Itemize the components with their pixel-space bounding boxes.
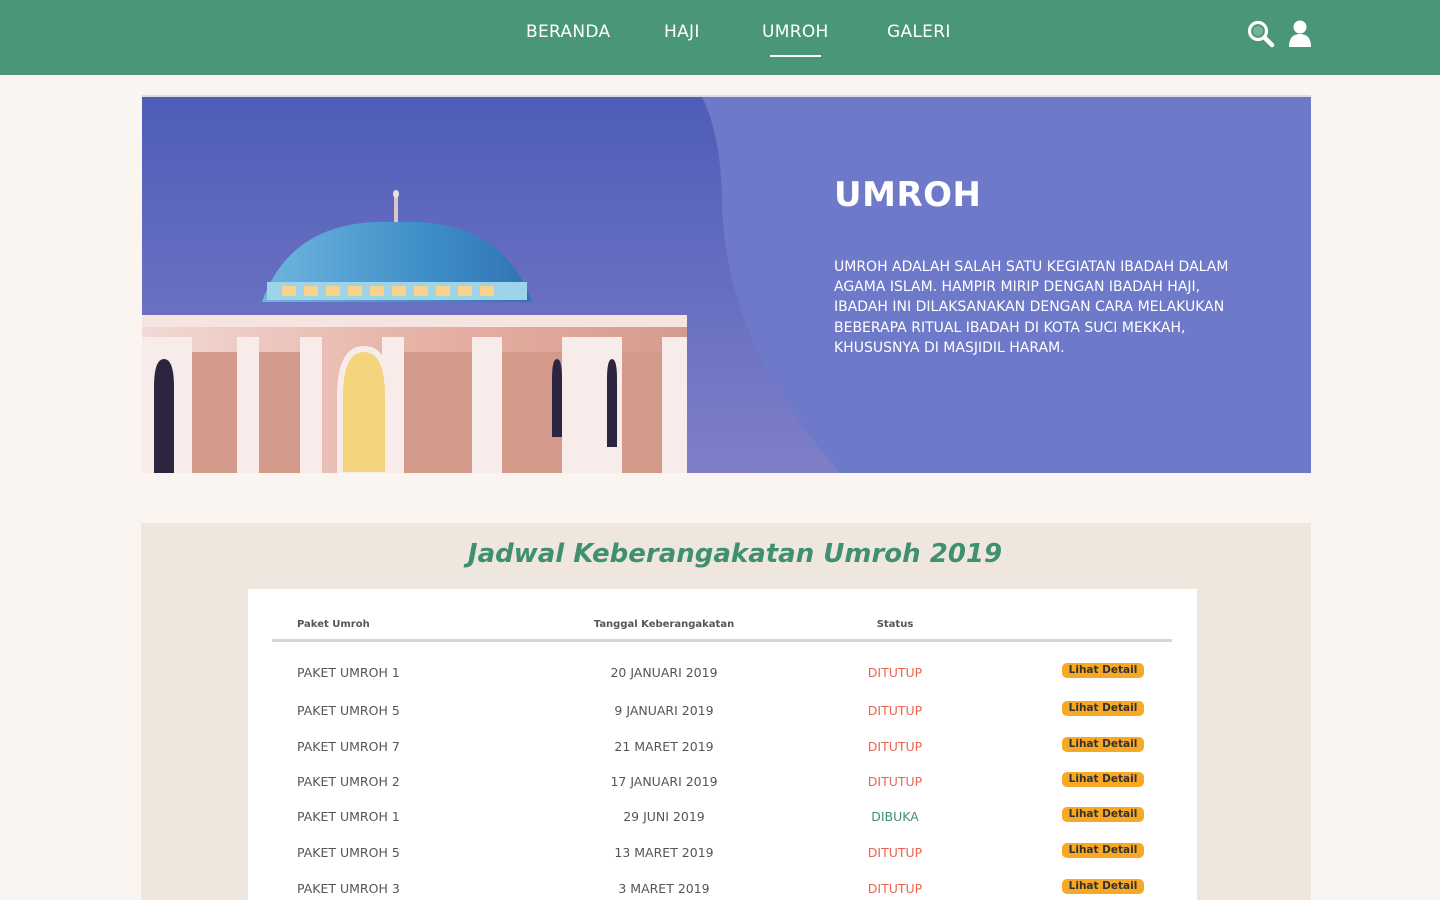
date-cell: 21 MARET 2019 [614, 739, 714, 754]
table-row: PAKET UMROH 5 13 MARET 2019 DITUTUP Liha… [248, 843, 1197, 863]
table-row: PAKET UMROH 2 17 JANUARI 2019 DITUTUP Li… [248, 772, 1197, 792]
schedule-table: Paket Umroh Tanggal Keberangakatan Statu… [248, 589, 1197, 900]
hero-title: UMROH [834, 175, 982, 215]
search-icon[interactable] [1246, 19, 1276, 49]
table-row: PAKET UMROH 3 3 MARET 2019 DITUTUP Lihat… [248, 879, 1197, 899]
paket-cell: PAKET UMROH 7 [297, 739, 400, 754]
paket-cell: PAKET UMROH 3 [297, 881, 400, 896]
column-header-status: Status [876, 619, 914, 630]
nav-link-umroh[interactable]: UMROH [762, 22, 829, 57]
table-row: PAKET UMROH 1 29 JUNI 2019 DIBUKA Lihat … [248, 807, 1197, 827]
schedule-title: Jadwal Keberangakatan Umroh 2019 [467, 539, 1003, 569]
nav-link-beranda[interactable]: BERANDA [526, 22, 610, 42]
status-badge: DITUTUP [867, 739, 923, 754]
nav-link-haji[interactable]: HAJI [664, 22, 700, 42]
hero-description: UMROH ADALAH SALAH SATU KEGIATAN IBADAH … [834, 259, 1229, 356]
paket-cell: PAKET UMROH 5 [297, 703, 400, 718]
paket-cell: PAKET UMROH 1 [297, 665, 400, 680]
paket-cell: PAKET UMROH 5 [297, 845, 400, 860]
user-icon[interactable] [1288, 19, 1312, 49]
column-header-tanggal: Tanggal Keberangakatan [593, 619, 735, 630]
date-cell: 17 JANUARI 2019 [610, 774, 718, 789]
lihat-detail-button[interactable]: Lihat Detail [1062, 843, 1144, 858]
top-navbar: BERANDA HAJI UMROH GALERI [0, 0, 1440, 75]
date-cell: 3 MARET 2019 [618, 881, 710, 896]
status-badge: DITUTUP [867, 774, 923, 789]
date-cell: 9 JANUARI 2019 [614, 703, 714, 718]
hero-banner: UMROH UMROH ADALAH SALAH SATU KEGIATAN I… [142, 95, 1311, 473]
lihat-detail-button[interactable]: Lihat Detail [1062, 737, 1144, 752]
table-row: PAKET UMROH 1 20 JANUARI 2019 DITUTUP Li… [248, 663, 1197, 683]
header-divider [272, 639, 1172, 642]
status-badge: DITUTUP [867, 881, 923, 896]
lihat-detail-button[interactable]: Lihat Detail [1062, 701, 1144, 716]
paket-cell: PAKET UMROH 2 [297, 774, 400, 789]
lihat-detail-button[interactable]: Lihat Detail [1062, 807, 1144, 822]
date-cell: 29 JUNI 2019 [623, 809, 705, 824]
date-cell: 13 MARET 2019 [614, 845, 714, 860]
schedule-section: Jadwal Keberangakatan Umroh 2019 Paket U… [141, 523, 1311, 900]
paket-cell: PAKET UMROH 1 [297, 809, 400, 824]
lihat-detail-button[interactable]: Lihat Detail [1062, 663, 1144, 678]
table-row: PAKET UMROH 5 9 JANUARI 2019 DITUTUP Lih… [248, 701, 1197, 721]
status-badge: DIBUKA [871, 809, 919, 824]
table-row: PAKET UMROH 7 21 MARET 2019 DITUTUP Liha… [248, 737, 1197, 757]
status-badge: DITUTUP [867, 665, 923, 680]
nav-link-galeri[interactable]: GALERI [887, 22, 951, 42]
column-header-paket: Paket Umroh [297, 619, 370, 630]
lihat-detail-button[interactable]: Lihat Detail [1062, 772, 1144, 787]
date-cell: 20 JANUARI 2019 [610, 665, 718, 680]
lihat-detail-button[interactable]: Lihat Detail [1062, 879, 1144, 894]
status-badge: DITUTUP [867, 703, 923, 718]
status-badge: DITUTUP [867, 845, 923, 860]
mosque-illustration [142, 97, 841, 473]
